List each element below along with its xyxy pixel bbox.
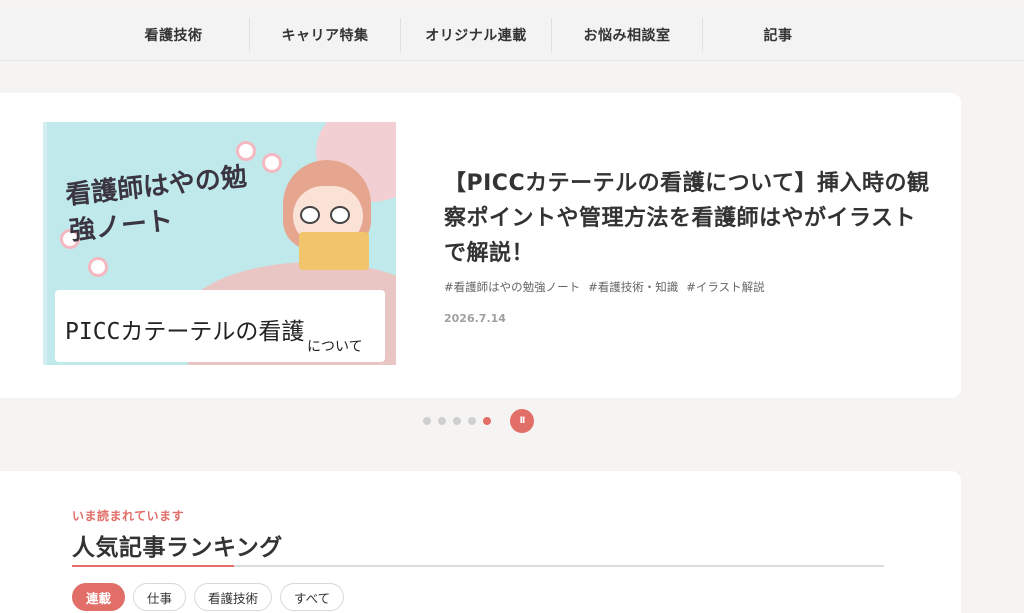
ranking-filter-tabs: 連載 仕事 看護技術 すべて	[72, 583, 345, 611]
article-thumbnail[interactable]: 看護師はやの勉強ノート PICCカテーテルの看護 について	[43, 122, 396, 365]
tag-link[interactable]: #イラスト解説	[686, 279, 764, 295]
slider-pause-button[interactable]: II	[510, 409, 534, 433]
filter-tab-series[interactable]: 連載	[72, 583, 126, 611]
slider-dot-active[interactable]	[483, 417, 491, 425]
thumbnail-label-sub: について	[307, 339, 363, 355]
slider-dot[interactable]	[453, 417, 461, 425]
thumbnail-edge	[43, 122, 47, 365]
ranking-subtitle: いま読まれています	[72, 509, 185, 523]
pause-icon: II	[519, 416, 526, 426]
article-date: 2026.7.14	[444, 312, 506, 325]
nav-item-consultation[interactable]: お悩み相談室	[552, 8, 702, 61]
flower-icon	[239, 144, 253, 158]
article-tags: #看護師はやの勉強ノート #看護技術・知識 #イラスト解説	[444, 279, 765, 295]
tag-link[interactable]: #看護師はやの勉強ノート	[444, 279, 580, 295]
top-navigation: 看護技術 キャリア特集 オリジナル連載 お悩み相談室 記事	[0, 8, 1024, 61]
ranking-title: 人気記事ランキング	[72, 535, 283, 561]
slider-dot[interactable]	[468, 417, 476, 425]
illustration-glasses-right	[330, 206, 350, 224]
tag-link[interactable]: #看護技術・知識	[588, 279, 678, 295]
slider-dot[interactable]	[423, 417, 431, 425]
thumbnail-label-main: PICCカテーテルの看護	[65, 319, 305, 345]
thumbnail-handwritten-title: 看護師はやの勉強ノート	[64, 162, 249, 247]
slider-dot[interactable]	[438, 417, 446, 425]
slider-pagination	[423, 417, 491, 425]
illustration-book	[299, 232, 369, 270]
nav-item-articles[interactable]: 記事	[703, 8, 853, 61]
ranking-divider-accent	[72, 565, 234, 567]
flower-icon	[265, 156, 279, 170]
nav-item-original-series[interactable]: オリジナル連載	[401, 8, 551, 61]
nav-item-nursing-skills[interactable]: 看護技術	[98, 8, 249, 61]
illustration-glasses-left	[300, 206, 320, 224]
nav-item-career[interactable]: キャリア特集	[250, 8, 400, 61]
filter-tab-nursing-skills[interactable]: 看護技術	[194, 583, 273, 611]
filter-tab-work[interactable]: 仕事	[133, 583, 187, 611]
flower-icon	[91, 260, 105, 274]
featured-article-title[interactable]: 【PICCカテーテルの看護について】挿入時の観察ポイントや管理方法を看護師はやが…	[444, 166, 934, 271]
filter-tab-all[interactable]: すべて	[280, 583, 345, 611]
